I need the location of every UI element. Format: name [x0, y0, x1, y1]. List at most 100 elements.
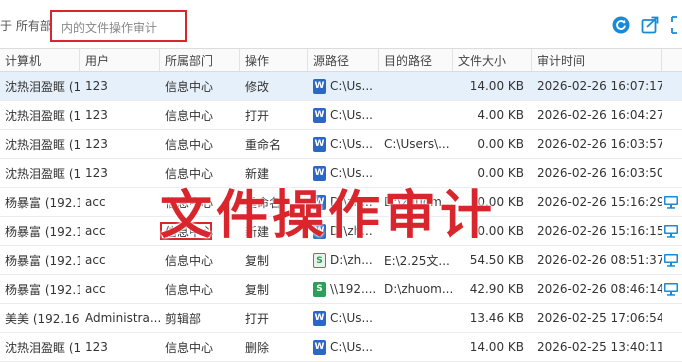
cell-destination-path	[379, 101, 453, 129]
cell-operation: 删除	[240, 333, 308, 361]
cell-user: 123	[80, 130, 160, 158]
cell-audit-time-text: 2026-02-26 08:51:37	[537, 253, 662, 267]
spreadsheet-file-icon: S	[313, 252, 326, 268]
cell-source-path-text: C:\Us...	[330, 137, 373, 151]
cell-audit-time-text: 2026-02-26 16:03:57	[537, 137, 662, 151]
cell-audit-time: 2026-02-25 13:40:11	[532, 333, 662, 361]
cell-computer: 杨暴富 (192.1...	[0, 217, 80, 245]
cell-computer-text: 杨暴富 (192.1...	[5, 224, 80, 239]
cell-source-path-text: C:\Us...	[330, 311, 373, 325]
cell-computer-text: 沈热泪盈眶 (1...	[5, 137, 80, 152]
search-input[interactable]: 内的文件操作审计	[50, 10, 187, 42]
table-row[interactable]: 美美 (192.16... Administra... 剪辑部 打开 W C:\Us...…	[0, 304, 682, 333]
cell-computer-text: 沈热泪盈眶 (1...	[5, 79, 80, 94]
cell-destination-path	[379, 72, 453, 100]
cell-source-path-text: C:\Us...	[330, 340, 373, 354]
column-header-computer[interactable]: 计算机	[0, 49, 80, 71]
cell-user: acc	[80, 246, 160, 274]
search-placeholder: 内的文件操作审计	[61, 21, 158, 35]
table-row[interactable]: 杨暴富 (192.1... acc 信息中心 复制 S D:\zh... E:\2.25文.…	[0, 246, 682, 275]
monitor-icon[interactable]	[662, 217, 682, 245]
monitor-icon[interactable]	[662, 275, 682, 303]
cell-user-text: acc	[85, 253, 106, 267]
cell-source-path: W C:\Us...	[308, 304, 379, 332]
cell-computer-text: 杨暴富 (192.1...	[5, 282, 80, 297]
word-file-icon: W	[313, 339, 326, 355]
refresh-icon[interactable]	[612, 16, 630, 34]
cell-source-path: S D:\zh...	[308, 246, 379, 274]
monitor-icon[interactable]	[662, 246, 682, 274]
cell-user: acc	[80, 217, 160, 245]
cell-source-path: W C:\Us...	[308, 130, 379, 158]
cell-computer-text: 沈热泪盈眶 (1...	[5, 166, 80, 181]
cell-audit-time-text: 2026-02-26 08:46:14	[537, 282, 662, 296]
cell-user-text: acc	[85, 224, 106, 238]
cell-computer: 美美 (192.16...	[0, 304, 80, 332]
table-row[interactable]: 杨暴富 (192.1... acc 信息中心 复制 S \\192.... D:\zhuom…	[0, 275, 682, 304]
cell-computer: 杨暴富 (192.1...	[0, 246, 80, 274]
table-row[interactable]: 沈热泪盈眶 (1... 123 信息中心 修改 W C:\Us... 14.00 KB 202…	[0, 72, 682, 101]
cell-operation-text: 删除	[245, 340, 270, 355]
word-file-icon: W	[313, 136, 326, 152]
cell-computer-text: 沈热泪盈眶 (1...	[5, 108, 80, 123]
column-header-department[interactable]: 所属部门	[160, 49, 240, 71]
cell-audit-time: 2026-02-26 16:04:27	[532, 101, 662, 129]
cell-operation-text: 打开	[245, 108, 270, 123]
cell-computer-text: 杨暴富 (192.1...	[5, 195, 80, 210]
column-header-source-path[interactable]: 源路径	[308, 49, 379, 71]
cell-file-size-text: 4.00 KB	[477, 108, 524, 122]
overlay-title: 文件操作审计	[160, 185, 497, 246]
cell-operation-text: 重命名	[245, 137, 282, 152]
fullscreen-icon[interactable]	[671, 16, 682, 34]
cell-department-text: 剪辑部	[165, 311, 202, 326]
cell-destination-path: D:\zhuom...	[379, 275, 453, 303]
cell-operation: 复制	[240, 275, 308, 303]
cell-destination-path-text: E:\2.25文...	[384, 253, 450, 268]
cell-file-size-text: 54.50 KB	[469, 253, 524, 267]
monitor-icon[interactable]	[662, 188, 682, 216]
cell-department: 信息中心	[160, 275, 240, 303]
cell-operation: 重命名	[240, 130, 308, 158]
cell-audit-time-text: 2026-02-25 17:06:54	[537, 311, 662, 325]
cell-destination-path: C:\Users\...	[379, 130, 453, 158]
column-header-user[interactable]: 用户	[80, 49, 160, 71]
word-file-icon: W	[313, 107, 326, 123]
toolbar: 于 所有部门 内的文件操作审计	[0, 0, 682, 48]
cell-computer: 沈热泪盈眶 (1...	[0, 159, 80, 187]
cell-computer-text: 美美 (192.16...	[5, 311, 80, 326]
cell-file-size: 42.90 KB	[453, 275, 532, 303]
cell-computer: 沈热泪盈眶 (1...	[0, 333, 80, 361]
cell-audit-time-text: 2026-02-25 13:40:11	[537, 340, 662, 354]
column-header-operation[interactable]: 操作	[240, 49, 308, 71]
cell-operation-text: 复制	[245, 253, 270, 268]
cell-user-text: 123	[85, 340, 108, 354]
cell-user-text: 123	[85, 108, 108, 122]
table-row[interactable]: 沈热泪盈眶 (1... 123 信息中心 删除 W C:\Us... 14.00 KB 202…	[0, 333, 682, 362]
cell-user: 123	[80, 159, 160, 187]
table-row[interactable]: 沈热泪盈眶 (1... 123 信息中心 打开 W C:\Us... 4.00 KB 2026…	[0, 101, 682, 130]
cell-computer-text: 杨暴富 (192.1...	[5, 253, 80, 268]
cell-audit-time-text: 2026-02-26 16:04:27	[537, 108, 662, 122]
cell-operation: 修改	[240, 72, 308, 100]
cell-department: 信息中心	[160, 333, 240, 361]
column-header-audit-time[interactable]: 审计时间	[532, 49, 662, 71]
cell-source-path-text: C:\Us...	[330, 108, 373, 122]
cell-user-text: 123	[85, 137, 108, 151]
cell-file-size: 14.00 KB	[453, 72, 532, 100]
cell-computer: 杨暴富 (192.1...	[0, 188, 80, 216]
table-row[interactable]: 沈热泪盈眶 (1... 123 信息中心 重命名 W C:\Us... C:\Users\.…	[0, 130, 682, 159]
cell-audit-time: 2026-02-26 16:03:57	[532, 130, 662, 158]
cell-audit-time: 2026-02-26 08:46:14	[532, 275, 662, 303]
cell-department: 信息中心	[160, 101, 240, 129]
column-header-file-size[interactable]: 文件大小	[453, 49, 532, 71]
cell-department: 信息中心	[160, 130, 240, 158]
cell-department-text: 信息中心	[165, 282, 214, 297]
cell-department-text: 信息中心	[165, 108, 214, 123]
cell-user-text: 123	[85, 79, 108, 93]
cell-department-text: 信息中心	[165, 253, 214, 268]
spreadsheet-file-icon: S	[313, 281, 326, 297]
cell-computer: 沈热泪盈眶 (1...	[0, 130, 80, 158]
cell-file-size: 13.46 KB	[453, 304, 532, 332]
column-header-destination-path[interactable]: 目的路径	[379, 49, 453, 71]
export-icon[interactable]	[641, 16, 659, 34]
